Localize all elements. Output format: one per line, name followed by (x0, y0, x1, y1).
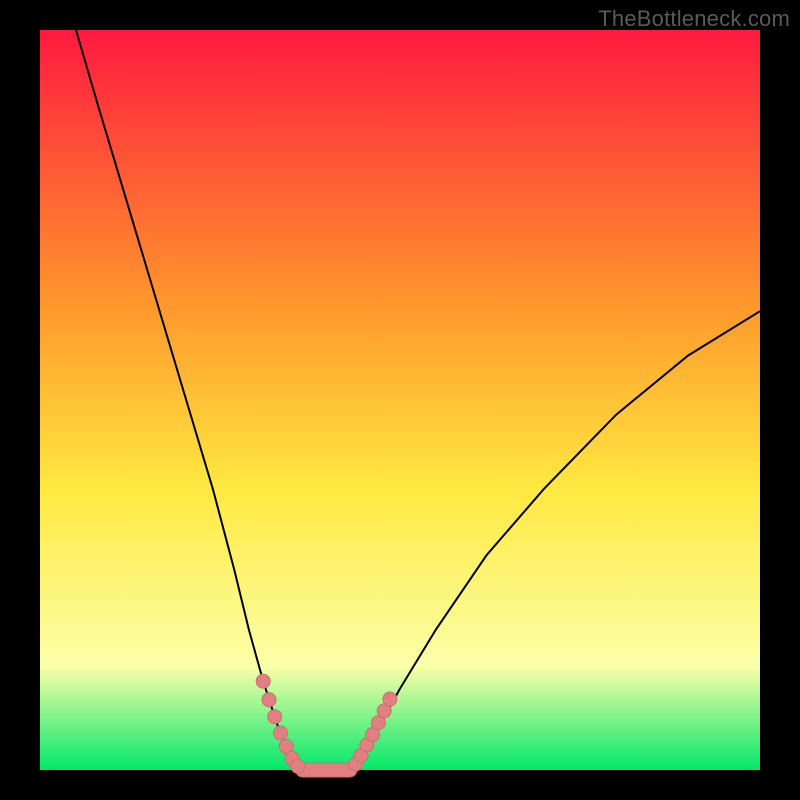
plot-background (40, 30, 760, 770)
curve-marker (268, 710, 282, 724)
curve-marker (262, 693, 276, 707)
chart-frame: { "watermark": "TheBottleneck.com", "col… (0, 0, 800, 800)
curve-marker (256, 674, 270, 688)
curve-marker (274, 726, 288, 740)
curve-marker (383, 692, 397, 706)
curve-marker (291, 759, 305, 773)
watermark-text: TheBottleneck.com (598, 6, 790, 32)
bottleneck-chart (0, 0, 800, 800)
